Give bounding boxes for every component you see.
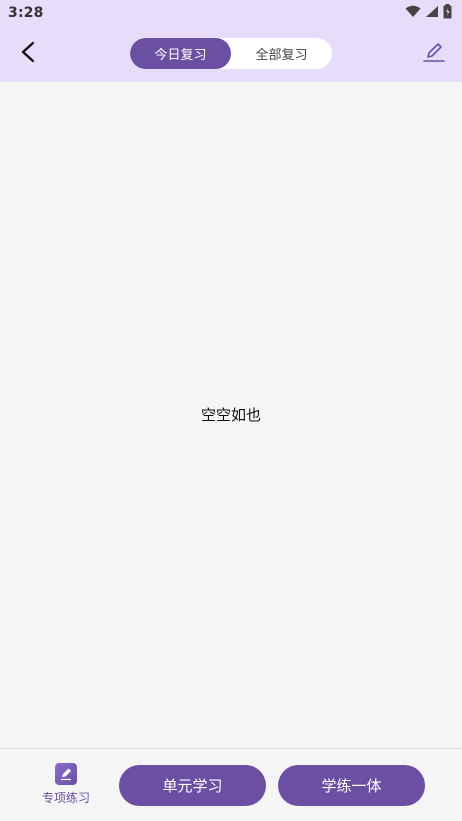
empty-state-text: 空空如也: [200, 406, 261, 424]
tab-today-review[interactable]: 今日复习: [130, 38, 231, 69]
review-list-area: 空空如也: [0, 82, 462, 748]
signal-icon: [425, 5, 439, 22]
review-tab-switch: 今日复习 全部复习: [130, 38, 332, 69]
study-practice-integrated-button[interactable]: 学练一体: [278, 765, 425, 806]
status-bar: 3:28: [0, 0, 462, 26]
special-practice-button[interactable]: 专项练习: [36, 763, 96, 807]
bottom-bar: 专项练习 单元学习 学练一体: [0, 748, 462, 821]
app-header: 今日复习 全部复习: [0, 26, 462, 82]
tab-all-review[interactable]: 全部复习: [231, 38, 332, 69]
back-button[interactable]: [14, 40, 42, 68]
wifi-icon: [405, 5, 421, 22]
pencil-note-icon: [55, 763, 77, 785]
edit-pencil-icon: [422, 40, 446, 68]
tab-today-review-label: 今日复习: [154, 48, 207, 63]
status-icons: [405, 3, 452, 23]
special-practice-label: 专项练习: [41, 791, 90, 805]
edit-button[interactable]: [420, 40, 448, 68]
status-time: 3:28: [8, 5, 44, 21]
tab-all-review-label: 全部复习: [255, 48, 308, 63]
battery-icon: [443, 3, 452, 23]
back-arrow-icon: [20, 41, 36, 67]
unit-study-button[interactable]: 单元学习: [119, 765, 266, 806]
